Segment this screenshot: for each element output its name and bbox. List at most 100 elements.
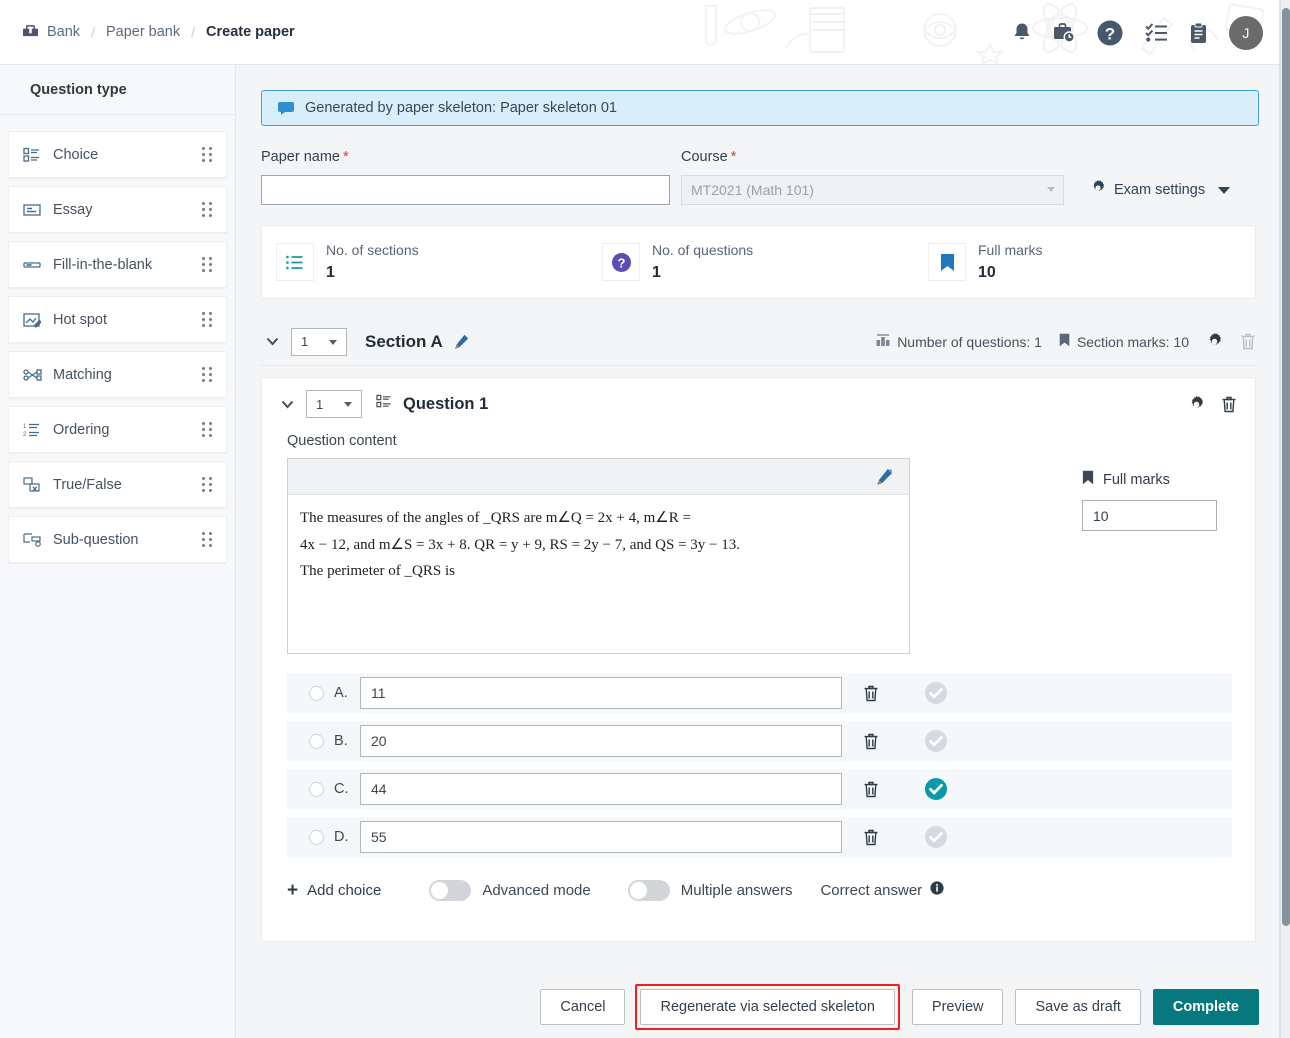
advanced-mode-group: Advanced mode (429, 879, 591, 901)
breadcrumb-label: Create paper (206, 24, 295, 40)
question-collapse-chevron-down-icon[interactable] (276, 400, 298, 409)
bell-icon[interactable] (1012, 22, 1032, 43)
drag-handle-icon[interactable] (202, 366, 214, 383)
stat-label: No. of sections (326, 241, 419, 258)
help-circle-icon[interactable]: ? (1096, 19, 1124, 47)
stat-label: No. of questions (652, 241, 754, 258)
breadcrumb-item-bank[interactable]: Bank (22, 23, 80, 42)
question-number-select[interactable]: 1 (306, 390, 362, 418)
section-settings-gear-icon[interactable] (1206, 333, 1223, 350)
choice-delete-trash-icon[interactable] (842, 829, 900, 846)
choice-radio[interactable] (309, 733, 324, 749)
chevron-down-icon (1047, 187, 1055, 192)
pencil-icon[interactable] (454, 334, 469, 349)
choice-input[interactable] (360, 821, 842, 853)
sidebar-item-true-false[interactable]: True/False (8, 461, 227, 508)
drag-handle-icon[interactable] (202, 201, 214, 218)
multiple-answers-group: Multiple answers (627, 879, 793, 901)
choice-delete-trash-icon[interactable] (842, 733, 900, 750)
question-content-editor[interactable]: The measures of the angles of _QRS are m… (287, 458, 910, 654)
sidebar-item-essay[interactable]: Essay (8, 186, 227, 233)
choice-radio[interactable] (309, 685, 324, 701)
section-number-select[interactable]: 1 (291, 327, 347, 356)
question-content-line: 4x − 12, and m∠S = 3x + 8. QR = y + 9, R… (300, 536, 741, 553)
choice-input[interactable] (360, 677, 842, 709)
cancel-button[interactable]: Cancel (540, 988, 626, 1025)
choice-input[interactable] (360, 725, 842, 757)
choice-letter: D. (334, 829, 349, 845)
question-delete-trash-icon[interactable] (1221, 396, 1237, 413)
bookmark-icon (1059, 333, 1070, 350)
essay-box-icon (23, 203, 45, 217)
sidebar-item-fill-in-the-blank[interactable]: Fill-in-the-blank (8, 241, 227, 288)
regenerate-via-skeleton-button[interactable]: Regenerate via selected skeleton (640, 988, 895, 1025)
briefcase-clock-icon[interactable] (1053, 22, 1075, 43)
choice-input[interactable] (360, 773, 842, 805)
choice-radio[interactable] (309, 781, 324, 797)
choice-letter: B. (334, 733, 348, 749)
choice-delete-trash-icon[interactable] (842, 685, 900, 702)
avatar[interactable]: J (1229, 15, 1263, 50)
choice-correct-check-circle-icon[interactable] (900, 729, 972, 753)
checklist-icon[interactable] (1145, 22, 1168, 43)
stat-value: 10 (978, 263, 996, 281)
choice-delete-trash-icon[interactable] (842, 781, 900, 798)
complete-button[interactable]: Complete (1152, 988, 1259, 1025)
choice-correct-check-circle-icon[interactable] (900, 825, 972, 849)
question-title: Question 1 (376, 394, 488, 414)
save-as-draft-button[interactable]: Save as draft (1015, 988, 1141, 1025)
section-collapse-chevron-down-icon[interactable] (261, 337, 283, 346)
chevron-down-icon (1218, 186, 1231, 194)
svg-text:2: 2 (23, 432, 27, 438)
page-scrollbar[interactable] (1281, 0, 1290, 1038)
drag-handle-icon[interactable] (202, 476, 214, 493)
drag-handle-icon[interactable] (202, 256, 214, 273)
preview-button[interactable]: Preview (911, 988, 1004, 1025)
breadcrumb: Bank / Paper bank / Create paper (0, 23, 295, 42)
sidebar-item-hot-spot[interactable]: Hot spot (8, 296, 227, 343)
bookmark-icon (1082, 470, 1094, 489)
multiple-answers-label: Multiple answers (680, 881, 793, 899)
section-delete-trash-icon[interactable] (1240, 333, 1256, 350)
sidebar-item-sub-question[interactable]: Sub-question (8, 516, 227, 563)
sidebar-item-matching[interactable]: Matching (8, 351, 227, 398)
advanced-mode-toggle[interactable] (429, 879, 472, 901)
drag-handle-icon[interactable] (202, 146, 214, 163)
sidebar-title: Question type (0, 65, 235, 115)
info-icon[interactable] (930, 881, 944, 899)
choice-correct-check-circle-icon-selected[interactable] (900, 777, 972, 801)
section-title: Section A (365, 332, 469, 352)
breadcrumb-separator: / (91, 24, 95, 40)
scrollbar-thumb[interactable] (1282, 8, 1290, 926)
paper-name-input[interactable] (261, 175, 670, 205)
choice-radio[interactable] (309, 829, 324, 845)
multiple-answers-toggle[interactable] (627, 879, 670, 901)
question-circle-icon: ? (602, 243, 640, 281)
drag-handle-icon[interactable] (202, 421, 214, 438)
question-settings-gear-icon[interactable] (1188, 395, 1205, 413)
editor-pencil-icon[interactable] (876, 468, 893, 485)
hotspot-image-icon (23, 312, 45, 328)
choice-correct-check-circle-icon[interactable] (900, 681, 972, 705)
exam-settings-button[interactable]: Exam settings (1090, 180, 1231, 200)
sidebar-item-choice[interactable]: Choice (8, 131, 227, 178)
breadcrumb-label: Paper bank (105, 24, 181, 40)
sub-question-icon (23, 532, 45, 547)
question-content-label: Question content (287, 433, 397, 449)
paper-form-row: Paper name* Course* MT2021 (Math 101) (261, 149, 1256, 205)
chevron-down-icon (344, 402, 352, 407)
add-choice-button[interactable]: + Add choice (287, 881, 381, 900)
add-choice-label: Add choice (307, 881, 382, 899)
regenerate-highlight: Regenerate via selected skeleton (635, 983, 900, 1030)
drag-handle-icon[interactable] (202, 311, 214, 328)
required-marker: * (343, 149, 349, 165)
clipboard-icon[interactable] (1189, 22, 1208, 44)
section-questions-count: Number of questions: 1 (876, 334, 1042, 350)
breadcrumb-separator: / (191, 24, 196, 40)
drag-handle-icon[interactable] (202, 531, 214, 548)
full-marks-input[interactable] (1082, 500, 1217, 531)
section-title-text: Section A (365, 331, 443, 351)
question-content-line: The perimeter of _QRS is (300, 563, 455, 580)
sidebar-item-ordering[interactable]: 1 2 Ordering (8, 406, 227, 453)
breadcrumb-item-paper-bank[interactable]: Paper bank (106, 24, 180, 40)
